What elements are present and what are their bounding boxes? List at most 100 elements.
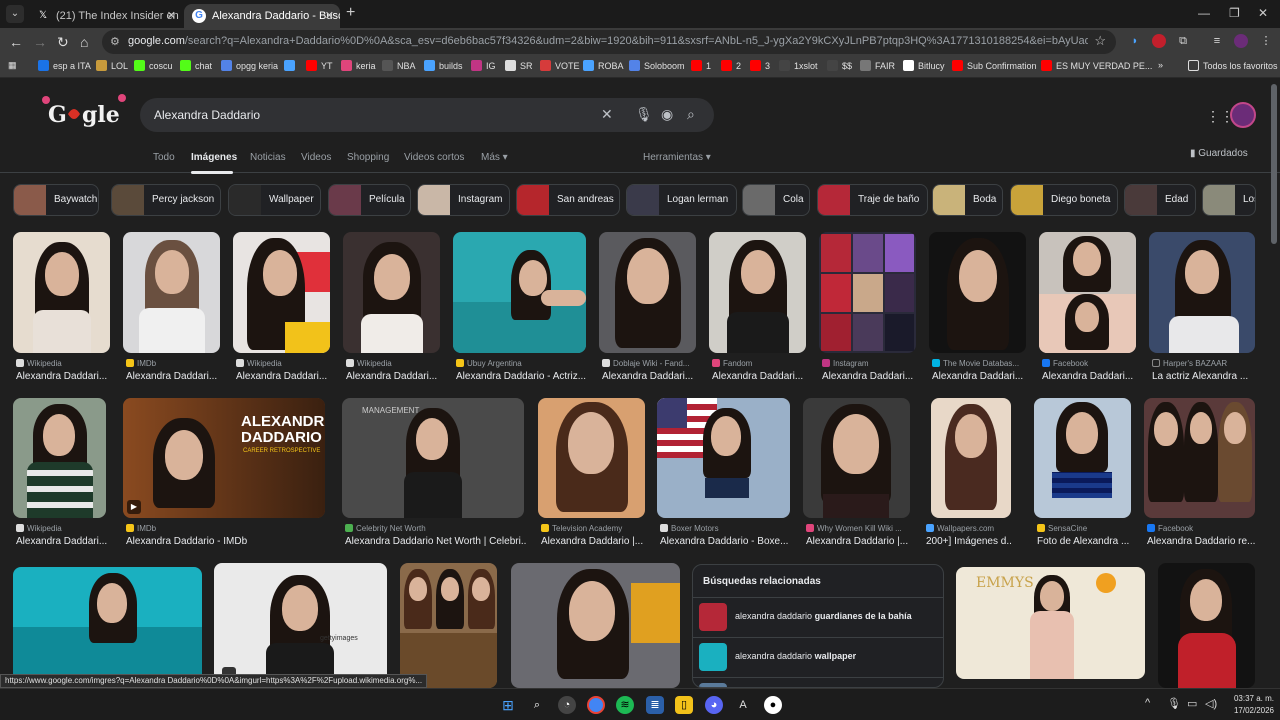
bookmark[interactable]: FAIR [860,60,895,71]
clear-search-icon[interactable]: ✕ [601,106,613,123]
home-icon[interactable]: ⌂ [80,34,88,50]
tab-todo[interactable]: Todo [153,152,175,163]
app-panda-icon[interactable]: ● [764,696,782,714]
related-search-item[interactable]: alexandra daddario wallpaper [693,637,943,675]
tab-videos-cortos[interactable]: Videos cortos [404,152,464,163]
page-scrollbar[interactable] [1271,84,1277,244]
close-window-icon[interactable]: ✕ [1258,6,1268,20]
chip-san-andreas[interactable]: San andreas [516,184,620,216]
bookmark[interactable]: ES MUY VERDAD PE... [1041,60,1152,71]
bookmark[interactable]: NBA [382,60,416,71]
reading-list-icon[interactable]: ≡ [1210,34,1224,48]
related-search-item[interactable] [693,677,943,687]
chip-los[interactable]: Los [1202,184,1256,216]
reload-icon[interactable]: ↻ [57,34,69,51]
site-info-icon[interactable]: ⚙ [110,35,120,48]
discord-icon[interactable]: ◕ [705,696,723,714]
bookmark[interactable]: chat [180,60,212,71]
microphone-tray-icon[interactable]: 🎙 [1167,697,1181,710]
search-box[interactable]: Alexandra Daddario ✕ 🎙 ◉ ⌕ [140,98,714,132]
tab-videos[interactable]: Videos [301,152,331,163]
chip-boda[interactable]: Boda [932,184,1003,216]
search-icon[interactable]: ⌕ [687,106,695,123]
new-tab-button[interactable]: + [346,4,355,22]
bookmark[interactable]: opgg keria [221,60,278,71]
account-avatar[interactable] [1230,102,1256,128]
bookmark[interactable]: 3 [750,60,770,71]
bookmark[interactable]: IG [471,60,496,71]
clock[interactable]: 03:37 a. m. 17/02/2026 [1220,693,1274,717]
bookmark[interactable]: 1 [691,60,711,71]
search-icon[interactable]: ⌕ [528,696,546,714]
network-icon[interactable]: ▭ [1187,697,1197,710]
chip-traje-de-bano[interactable]: Traje de baño [817,184,928,216]
extension-record-icon[interactable] [1152,34,1166,48]
bookmark[interactable]: keria [341,60,376,71]
minimize-icon[interactable]: — [1198,6,1210,20]
bookmark[interactable]: $$ [827,60,852,71]
extension-icon[interactable]: ◗ [1128,34,1142,48]
bookmark[interactable] [284,60,299,71]
bookmark[interactable]: Sub Confirmation [952,60,1037,71]
related-search-item[interactable]: alexandra daddario guardianes de la bahí… [693,597,943,635]
saved-button[interactable]: ▮ Guardados [1190,148,1248,159]
lens-camera-icon[interactable]: ◉ [661,106,673,123]
bookmark[interactable]: YT [306,60,333,71]
tab-mas[interactable]: Más ▾ [481,152,508,163]
tab-shopping[interactable]: Shopping [347,152,389,163]
tab-google-active[interactable]: G Alexandra Daddario - Buscar co ✕ [184,4,340,28]
bookmark-star-icon[interactable]: ☆ [1094,33,1106,49]
bookmark[interactable]: builds [424,60,463,71]
bookmark[interactable]: esp a ITA [38,60,91,71]
tab-x[interactable]: 𝕏 (21) The Index Insider en X: "To ✕ [28,4,182,28]
menu-kebab-icon[interactable]: ⋮ [1259,34,1273,48]
apps-grid-icon[interactable]: ▦ [8,60,17,71]
bookmark[interactable]: Bitlucy [903,60,945,71]
address-bar[interactable]: ⚙ google.com/search?q=Alexandra+Daddario… [102,30,1116,54]
chip-instagram[interactable]: Instagram [417,184,510,216]
chip-percy-jackson[interactable]: Percy jackson [111,184,221,216]
bookmark[interactable]: LOL [96,60,128,71]
all-bookmarks-folder[interactable]: Todos los favoritos [1188,60,1278,71]
maximize-icon[interactable]: ❐ [1229,6,1240,20]
file-explorer-icon[interactable]: ▯ [675,696,693,714]
chrome-icon[interactable] [587,696,605,714]
close-tab-icon[interactable]: ✕ [167,4,176,28]
close-tab-icon[interactable]: ✕ [325,4,334,28]
volume-icon[interactable]: ◁) [1205,697,1217,710]
related-searches-panel: Búsquedas relacionadas alexandra daddari… [692,564,944,688]
chip-baywatch[interactable]: Baywatch [13,184,99,216]
chip-cola[interactable]: Cola [742,184,810,216]
tab-imagenes[interactable]: Imágenes [191,152,237,163]
app-a-icon[interactable]: A [734,696,752,714]
tab-search-button[interactable]: ⌄ [6,5,24,23]
bookmark[interactable]: 1xslot [779,60,818,71]
chip-wallpaper[interactable]: Wallpaper [228,184,321,216]
tab-noticias[interactable]: Noticias [250,152,286,163]
chip-pelicula[interactable]: Película [328,184,411,216]
chip-diego-boneta[interactable]: Diego boneta [1010,184,1118,216]
back-arrow-icon[interactable]: ← [9,34,23,50]
notepad-icon[interactable]: ≣ [646,696,664,714]
chip-logan-lerman[interactable]: Logan lerman [626,184,737,216]
more-bookmarks-icon[interactable]: » [1158,60,1163,70]
chip-edad[interactable]: Edad [1124,184,1196,216]
tools-dropdown[interactable]: Herramientas ▾ [643,152,711,163]
google-doodle-logo[interactable]: G gle [40,92,132,132]
related-searches-heading: Búsquedas relacionadas [703,576,821,587]
windows-start-icon[interactable]: ⊞ [499,696,517,714]
bookmark[interactable]: SR [505,60,533,71]
microphone-icon[interactable]: 🎙 [635,106,653,123]
extensions-puzzle-icon[interactable]: ⧉ [1176,34,1190,48]
app-icon[interactable]: ◔ [558,696,576,714]
bookmark[interactable]: coscu [134,60,173,71]
bookmark[interactable]: VOTE [540,60,580,71]
bookmark[interactable]: 2 [721,60,741,71]
bookmark[interactable]: ROBA [583,60,624,71]
search-query-text[interactable]: Alexandra Daddario [154,108,260,122]
spotify-icon[interactable]: ≋ [616,696,634,714]
profile-avatar-icon[interactable] [1234,34,1248,48]
forward-arrow-icon[interactable]: → [33,34,47,50]
bookmark[interactable]: Soloboom [629,60,685,71]
tray-overflow-icon[interactable]: ^ [1145,697,1150,709]
